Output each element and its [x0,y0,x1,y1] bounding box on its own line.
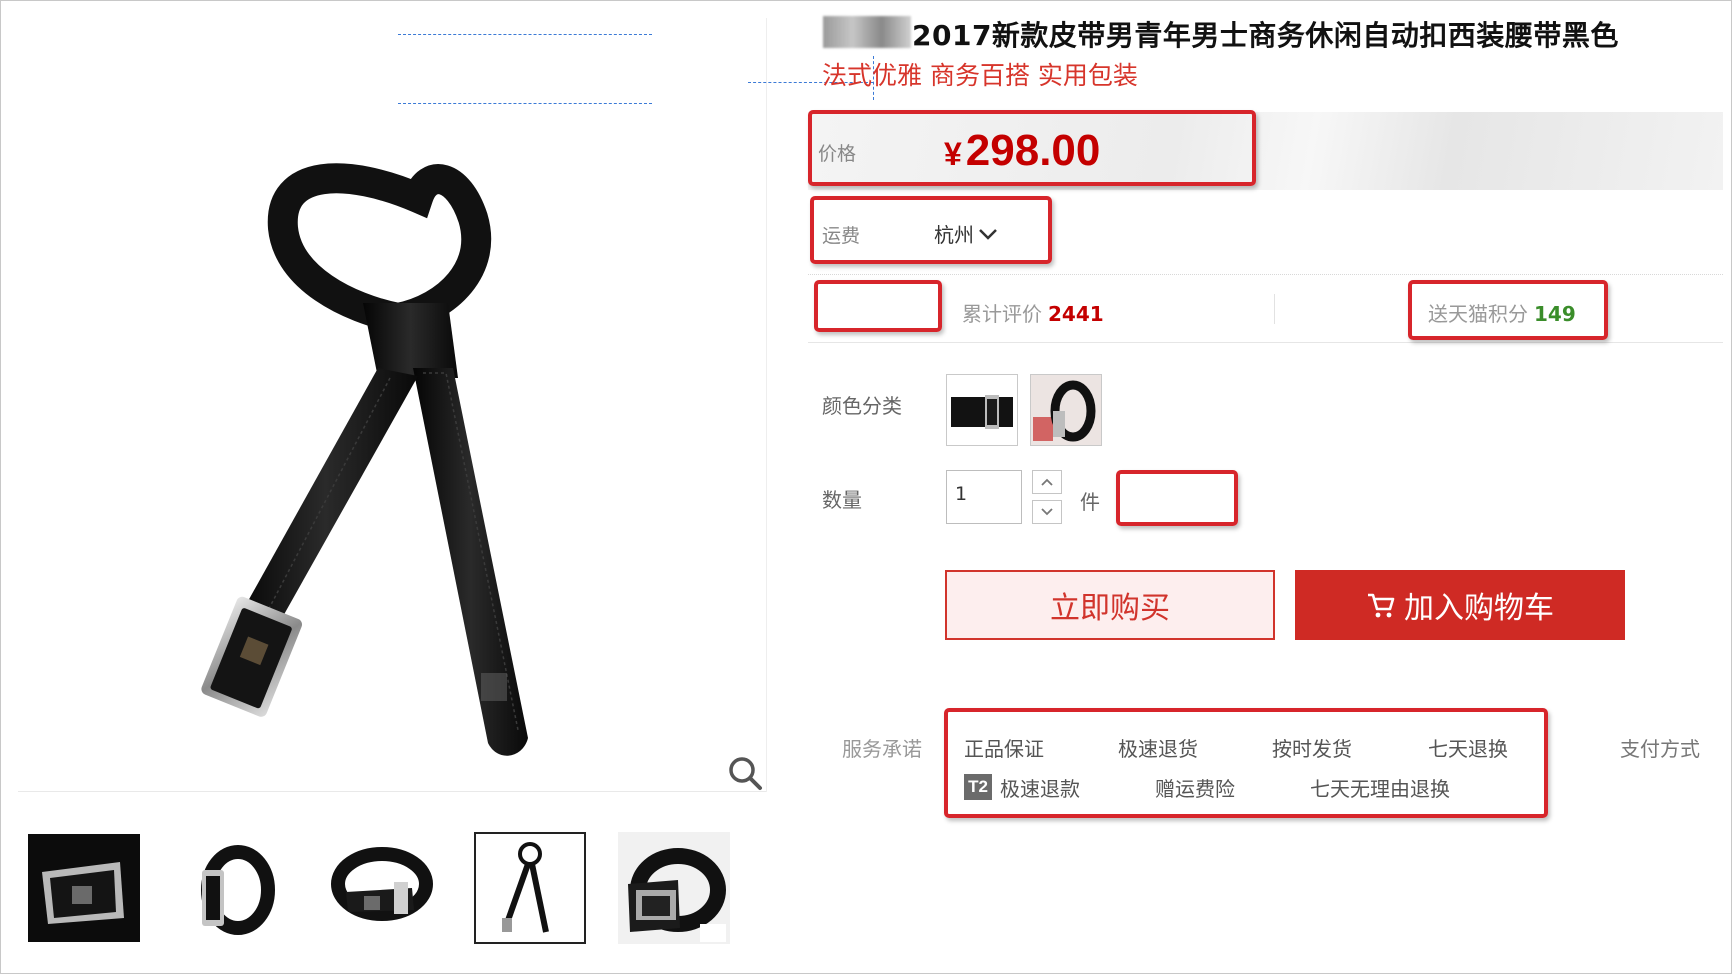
chevron-down-icon [1041,508,1053,516]
thumbnail-3[interactable] [324,832,436,944]
thumbnail-strip [28,832,744,948]
annotation-box-points [1408,280,1608,340]
quantity-label: 数量 [822,488,862,512]
cart-icon [1368,593,1395,618]
product-subtitle: 法式优雅 商务百搭 实用包装 [822,61,1138,90]
belt-photo [201,163,528,756]
thumbnail-1[interactable] [28,832,140,944]
image-divider-vertical [766,18,767,792]
row-divider [808,342,1723,343]
thumbnail-4[interactable] [474,832,586,944]
quantity-increase-button[interactable] [1032,470,1062,494]
color-swatch-1[interactable] [946,374,1018,446]
annotation-box-empty [1116,470,1238,526]
brand-name-pixelated [823,16,911,48]
quantity-unit: 件 [1080,490,1100,514]
swatch-image [1031,375,1101,445]
annotation-box-empty [814,280,942,332]
thumbnail-image [201,845,275,935]
add-to-cart-label: 加入购物车 [1404,591,1554,626]
service-promise-label: 服务承诺 [842,737,922,761]
payment-method-label[interactable]: 支付方式 [1620,733,1700,762]
product-title: 2017新款皮带男青年男士商务休闲自动扣西装腰带黑色 [912,19,1619,52]
thumbnail-2[interactable] [176,832,288,944]
thumbnail-image [618,832,730,944]
annotation-box-shipping [810,196,1052,264]
thumbnail-image [331,847,433,921]
image-divider [18,791,766,792]
review-summary[interactable]: 累计评价 2441 [962,298,1104,327]
thumbnail-image [28,834,140,942]
thumbnail-image [502,842,549,933]
color-option-label: 颜色分类 [822,394,902,418]
quantity-input[interactable]: 1 [946,470,1022,524]
main-product-image[interactable] [18,18,767,792]
annotation-box-price [808,110,1256,186]
chevron-up-icon [1041,478,1053,486]
swatch-image [951,395,1013,429]
magnifier-icon[interactable] [724,752,768,796]
review-label: 累计评价 [962,302,1042,326]
annotation-box-services [944,708,1548,818]
selection-dashed-guide [398,34,652,104]
review-count: 2441 [1048,302,1104,326]
thumbnail-5[interactable] [618,832,730,944]
quantity-decrease-button[interactable] [1032,500,1062,524]
row-divider [808,274,1723,275]
color-swatch-2[interactable] [1030,374,1102,446]
buy-now-button[interactable]: 立即购买 [945,570,1275,640]
stats-divider [1274,294,1275,324]
add-to-cart-button[interactable]: 加入购物车 [1295,570,1625,640]
